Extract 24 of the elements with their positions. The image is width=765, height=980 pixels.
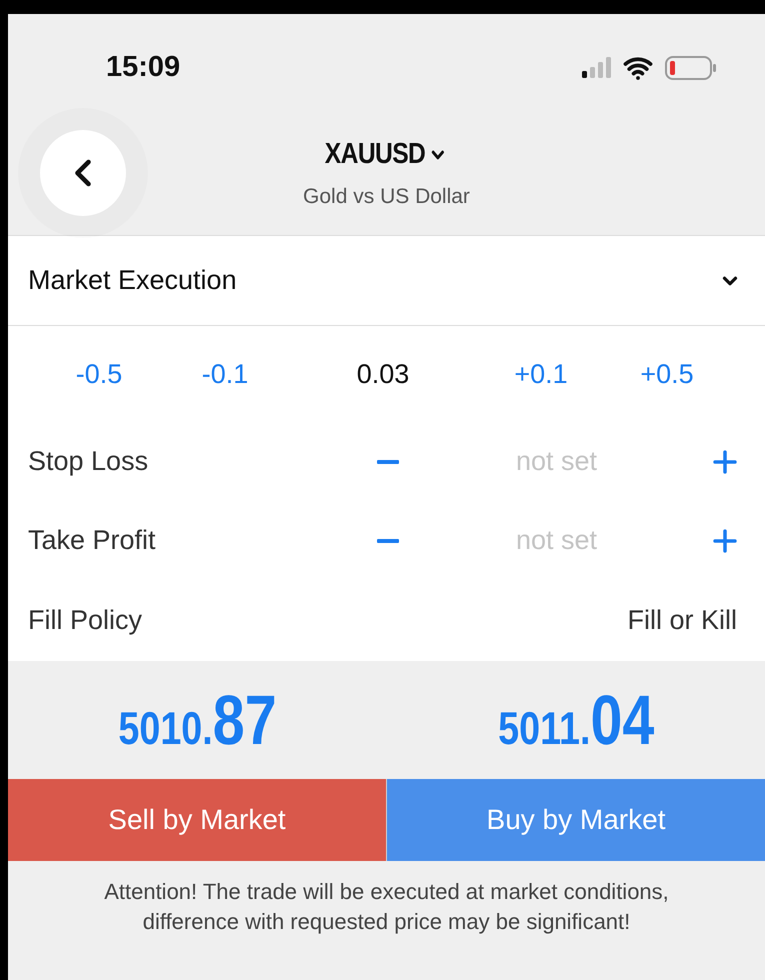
volume-step-button[interactable]: -0.1 — [162, 354, 288, 394]
signal-icon — [581, 57, 611, 79]
volume-step-button[interactable]: +0.5 — [604, 354, 730, 394]
sell-button[interactable]: Sell by Market — [8, 779, 386, 861]
symbol-description: Gold vs US Dollar — [303, 184, 470, 210]
status-time: 15:09 — [106, 50, 180, 86]
volume-value: 0.03 — [356, 358, 410, 391]
price-quote: 5011.04 — [498, 680, 654, 760]
attention-notice: Attention! The trade will be executed at market conditions, difference with requested price may be significant! — [103, 878, 670, 936]
volume-step-button[interactable]: +0.1 — [478, 354, 604, 394]
battery-icon — [665, 55, 717, 81]
execution-selector[interactable]: Market Execution — [8, 236, 765, 325]
minus-icon — [377, 538, 399, 542]
buy-button[interactable]: Buy by Market — [386, 779, 765, 861]
minus-icon — [377, 460, 399, 464]
level-value: not set — [514, 524, 598, 558]
fill-policy-label: Fill Policy — [28, 604, 142, 637]
level-value: not set — [514, 445, 598, 478]
price-quote: 5010.87 — [118, 680, 276, 760]
level-label: Take Profit — [28, 524, 157, 558]
fill-policy-value: Fill or Kill — [627, 604, 737, 637]
level-label: Stop Loss — [28, 445, 150, 478]
volume-step-button[interactable]: -0.5 — [36, 354, 162, 394]
symbol-selector[interactable]: XAUUSD — [325, 133, 448, 176]
